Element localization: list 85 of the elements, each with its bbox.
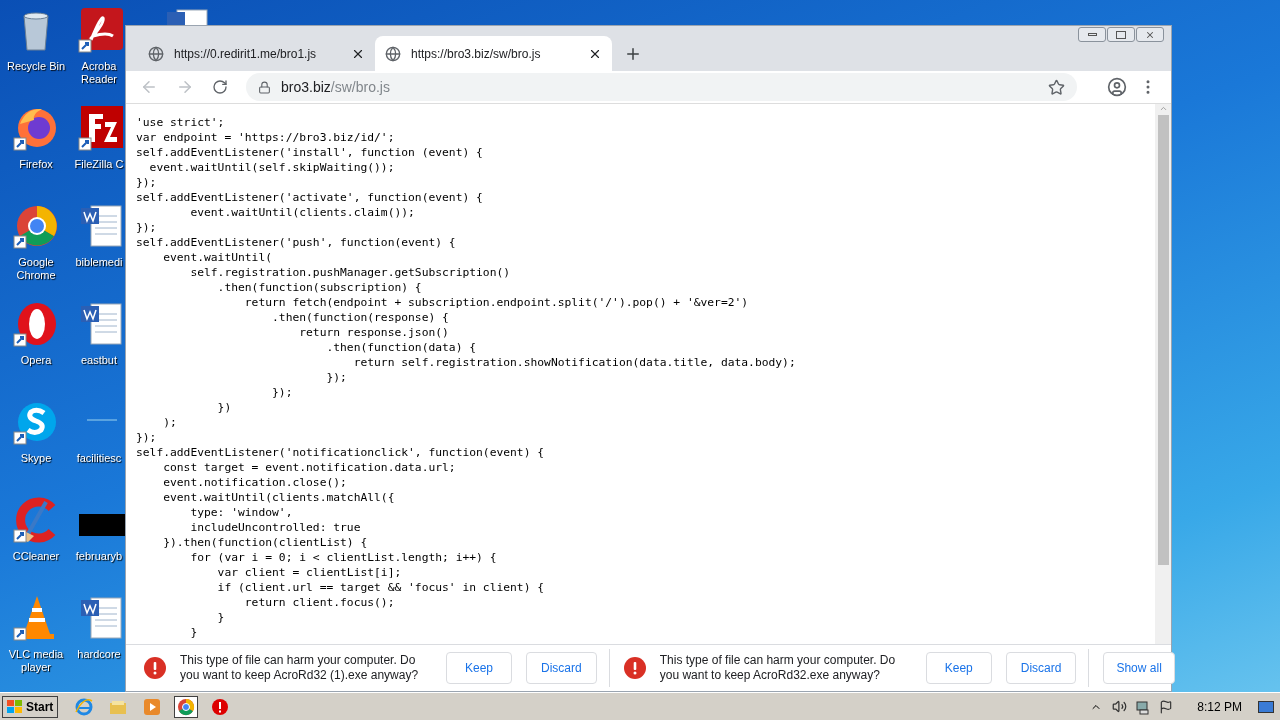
url-text: bro3.biz/sw/bro.js bbox=[281, 77, 391, 97]
code-line: }); bbox=[136, 220, 157, 235]
code-line: }); bbox=[136, 430, 157, 445]
code-line: self.addEventListener('push', function(event) { bbox=[136, 235, 456, 250]
code-line: event.waitUntil(self.skipWaiting()); bbox=[148, 160, 395, 175]
minimize-button[interactable] bbox=[1078, 27, 1106, 42]
code-line: .then(function(subscription) { bbox=[216, 280, 422, 295]
code-line: var client = clientList[i]; bbox=[216, 565, 402, 580]
icon-label: biblemedi bbox=[74, 256, 124, 269]
icon-label: FileZilla C bbox=[73, 158, 125, 171]
icon-label: Recycle Bin bbox=[5, 60, 67, 73]
icon-label: februaryb bbox=[74, 550, 124, 563]
code-line: event.waitUntil(clients.claim()); bbox=[189, 205, 415, 220]
profile-icon[interactable] bbox=[1107, 77, 1127, 97]
icon-label: VLC media player bbox=[7, 648, 65, 674]
code-line: event.waitUntil(clients.matchAll({ bbox=[162, 490, 395, 505]
taskbar-app-icon[interactable] bbox=[174, 695, 199, 718]
code-line: var endpoint = 'https://bro3.biz/id/'; bbox=[136, 130, 395, 145]
code-line: }); bbox=[325, 370, 347, 385]
show-all-button[interactable]: Show all bbox=[1103, 652, 1175, 684]
code-line: 'use strict'; bbox=[136, 115, 225, 130]
restore-button[interactable] bbox=[1107, 27, 1135, 42]
icon-label: CCleaner bbox=[11, 550, 61, 563]
code-line: }); bbox=[136, 175, 157, 190]
start-button[interactable]: Start bbox=[2, 695, 59, 718]
document-icon[interactable] bbox=[165, 8, 211, 26]
show-desktop-button[interactable] bbox=[1258, 700, 1274, 713]
app-icon[interactable] bbox=[77, 6, 125, 54]
bookmark-star-icon[interactable] bbox=[1048, 78, 1065, 96]
code-line: return self.registration.showNotification(data.title, data.body); bbox=[352, 355, 796, 370]
close-button[interactable] bbox=[1136, 27, 1164, 42]
code-line: } bbox=[216, 610, 225, 625]
keep-button[interactable]: Keep bbox=[446, 652, 513, 684]
icon-label: Acroba Reader bbox=[79, 60, 119, 86]
code-line: self.addEventListener('activate', function(event) { bbox=[136, 190, 483, 205]
icon-label: eastbut bbox=[79, 354, 119, 367]
code-line: event.waitUntil( bbox=[162, 250, 273, 265]
app-icon[interactable] bbox=[77, 104, 125, 152]
code-line: return client.focus(); bbox=[243, 595, 395, 610]
discard-button[interactable]: Discard bbox=[1005, 652, 1077, 684]
scrollbar[interactable] bbox=[1155, 104, 1171, 644]
close-icon bbox=[1145, 29, 1155, 40]
reload-icon[interactable] bbox=[212, 79, 228, 95]
icon-label: Opera bbox=[19, 354, 53, 367]
icon-label: facilitiesc bbox=[75, 452, 123, 465]
code-line: for (var i = 0; i < clientList.length; i++) { bbox=[189, 550, 497, 565]
code-line: const target = event.notification.data.url; bbox=[162, 460, 456, 475]
lock-icon bbox=[258, 80, 271, 94]
globe-icon bbox=[148, 45, 164, 62]
icon-label: hardcore bbox=[76, 648, 122, 661]
download-warning: This type of file can harm your computer. Do you want to keep AcroRd32 (1).exe anyway? bbox=[180, 653, 420, 683]
download-warning: This type of file can harm your computer. Do you want to keep AcroRd32.exe anyway? bbox=[659, 653, 897, 683]
code-line: includeUncontrolled: true bbox=[189, 520, 361, 535]
code-line: self.addEventListener('install', function (event) { bbox=[136, 145, 483, 160]
code-line: event.notification.close(); bbox=[162, 475, 347, 490]
code-line: ); bbox=[162, 415, 177, 430]
code-line: return fetch(endpoint + subscription.endpoint.split('/').pop() + '&ver=2') bbox=[243, 295, 749, 310]
error-icon bbox=[144, 657, 166, 679]
code-line: }); bbox=[271, 385, 293, 400]
icon-label: Google Chrome bbox=[15, 256, 57, 282]
speaker-icon[interactable] bbox=[1112, 699, 1128, 714]
code-line: } bbox=[189, 625, 198, 640]
icon-label: Firefox bbox=[18, 158, 54, 171]
keep-button[interactable]: Keep bbox=[925, 652, 992, 684]
new-tab-icon[interactable] bbox=[624, 45, 642, 63]
code-line: self.registration.pushManager.getSubscription() bbox=[189, 265, 511, 280]
browser-tab[interactable]: https://bro3.biz/sw/bro.js bbox=[375, 36, 612, 71]
error-icon bbox=[623, 657, 646, 679]
windows-logo-icon bbox=[7, 699, 23, 714]
code-line: .then(function(response) { bbox=[271, 310, 449, 325]
address-bar[interactable]: bro3.biz/sw/bro.js bbox=[246, 73, 1077, 101]
clock-time[interactable]: 8:12 PM bbox=[1197, 697, 1242, 716]
code-line: }).then(function(clientList) { bbox=[162, 535, 368, 550]
browser-tab[interactable]: https://0.redirit1.me/bro1.js bbox=[138, 36, 375, 71]
code-line: .then(function(data) { bbox=[325, 340, 477, 355]
icon-label: Skype bbox=[19, 452, 53, 465]
code-line: }) bbox=[216, 400, 232, 415]
code-line: self.addEventListener('notificationclick', function(event) { bbox=[136, 445, 545, 460]
code-line: type: 'window', bbox=[189, 505, 293, 520]
code-line: if (client.url == target && 'focus' in client) { bbox=[216, 580, 545, 595]
network-icon[interactable] bbox=[1135, 698, 1152, 715]
flag-icon[interactable] bbox=[1159, 699, 1174, 714]
code-line: return response.json() bbox=[298, 325, 449, 340]
discard-button[interactable]: Discard bbox=[526, 652, 597, 684]
globe-icon bbox=[385, 45, 401, 62]
